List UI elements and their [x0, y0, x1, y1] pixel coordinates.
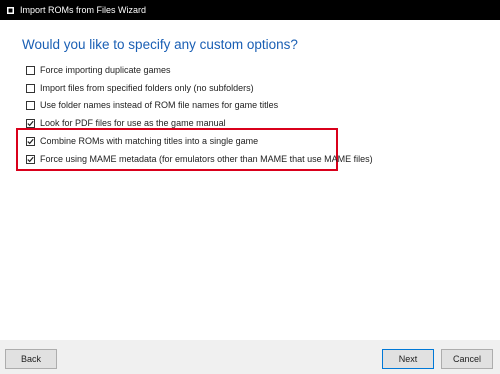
- option-label: Import files from specified folders only…: [40, 83, 254, 93]
- checkbox-force-duplicates[interactable]: [26, 65, 35, 75]
- option-label: Force using MAME metadata (for emulators…: [40, 154, 373, 164]
- option-label: Use folder names instead of ROM file nam…: [40, 100, 279, 110]
- window-title: Import ROMs from Files Wizard: [20, 5, 147, 15]
- option-folder-names[interactable]: Use folder names instead of ROM file nam…: [26, 98, 278, 112]
- option-label: Force importing duplicate games: [40, 65, 171, 75]
- option-label: Combine ROMs with matching titles into a…: [40, 136, 259, 146]
- app-icon: [6, 6, 14, 14]
- cancel-button[interactable]: Cancel: [441, 349, 493, 369]
- option-force-duplicates[interactable]: Force importing duplicate games: [26, 63, 171, 77]
- checkbox-force-mame-metadata[interactable]: [26, 154, 35, 164]
- checkmark-icon: [27, 120, 34, 126]
- option-combine-roms[interactable]: Combine ROMs with matching titles into a…: [26, 134, 258, 148]
- option-force-mame-metadata[interactable]: Force using MAME metadata (for emulators…: [26, 152, 373, 166]
- option-label: Look for PDF files for use as the game m…: [40, 118, 226, 128]
- checkmark-icon: [27, 156, 34, 162]
- checkbox-combine-roms[interactable]: [26, 136, 35, 146]
- next-button[interactable]: Next: [382, 349, 434, 369]
- title-bar: Import ROMs from Files Wizard: [0, 0, 500, 20]
- checkbox-folder-names[interactable]: [26, 100, 35, 110]
- page-heading: Would you like to specify any custom opt…: [22, 37, 298, 52]
- checkbox-specified-folders-only[interactable]: [26, 83, 35, 93]
- checkbox-pdf-manual[interactable]: [26, 118, 35, 128]
- back-button[interactable]: Back: [5, 349, 57, 369]
- checkmark-icon: [27, 138, 34, 144]
- option-specified-folders-only[interactable]: Import files from specified folders only…: [26, 81, 254, 95]
